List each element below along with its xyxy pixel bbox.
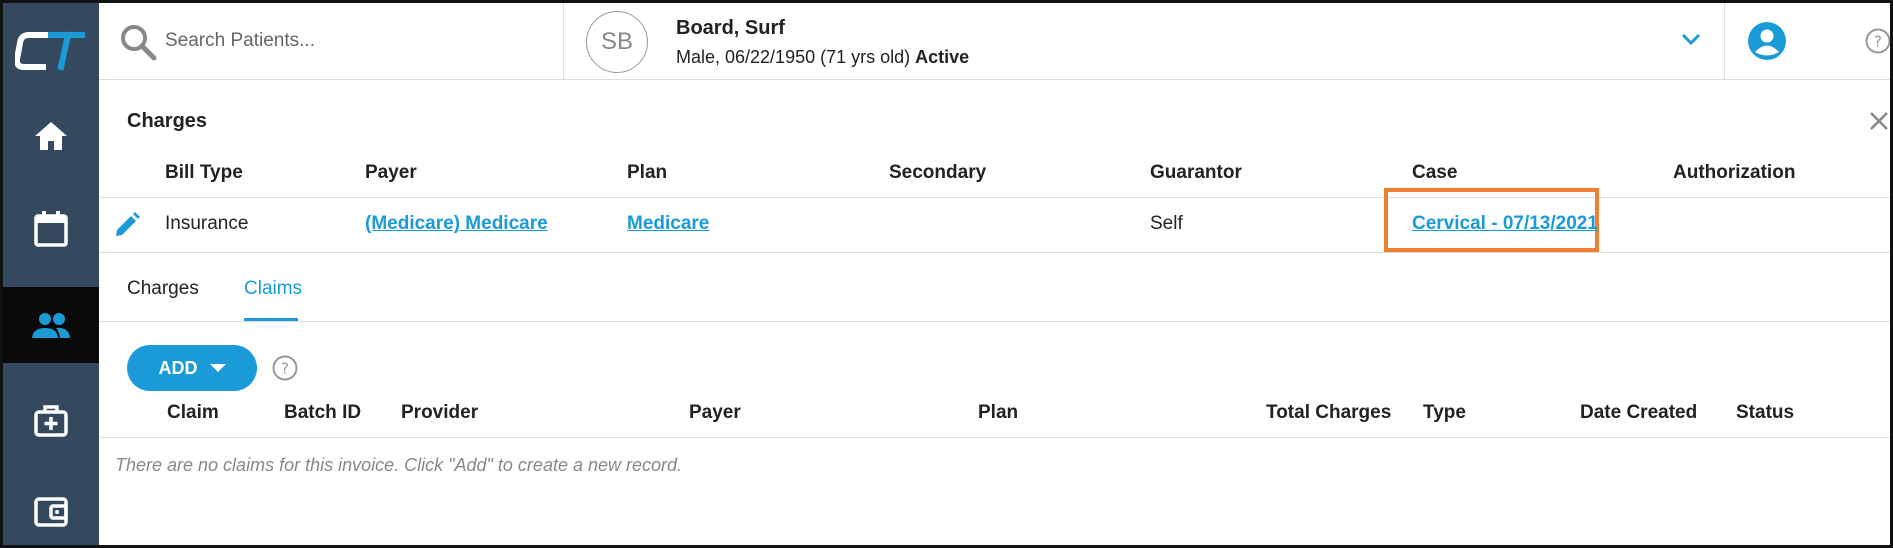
top-header: SB Board, Surf Male, 06/22/1950 (71 yrs … (99, 3, 1891, 80)
bill-type-value: Insurance (165, 213, 249, 234)
plan-link[interactable]: Medicare (627, 210, 709, 238)
search-input[interactable] (165, 25, 545, 57)
ct-logo[interactable] (13, 29, 86, 73)
patient-details: Male, 06/22/1950 (71 yrs old) Active (676, 47, 969, 68)
column-header-secondary: Secondary (889, 162, 987, 183)
medical-kit-icon (34, 405, 68, 437)
calendar-icon (34, 211, 68, 247)
tab-bar: Charges Claims (99, 254, 1890, 322)
page-title: Charges (127, 110, 208, 132)
add-button-label: ADD (158, 357, 198, 378)
column-header-date-created: Date Created (1580, 402, 1698, 423)
case-link[interactable]: Cervical - 07/13/2021 (1412, 210, 1598, 238)
table-row: Insurance (Medicare) Medicare Medicare S… (99, 188, 1890, 253)
column-header-guarantor: Guarantor (1150, 162, 1242, 183)
empty-state-message: There are no claims for this invoice. Cl… (115, 455, 683, 475)
tab-charges[interactable]: Charges (127, 278, 199, 300)
patient-header: SB Board, Surf Male, 06/22/1950 (71 yrs … (564, 3, 1725, 79)
patient-demographics: Male, 06/22/1950 (71 yrs old) (676, 47, 911, 67)
column-header-plan: Plan (627, 162, 668, 183)
sidebar (3, 3, 99, 545)
patient-name: Board, Surf (676, 17, 785, 39)
sidebar-item-patients[interactable] (3, 287, 99, 363)
edit-pencil-icon[interactable] (113, 211, 141, 239)
caret-down-icon (209, 364, 226, 372)
chevron-down-icon[interactable] (1680, 31, 1702, 47)
column-header-authorization: Authorization (1673, 162, 1796, 183)
patient-initials: SB (600, 28, 633, 55)
charges-table-header: Bill Type Payer Plan Secondary Guarantor… (99, 158, 1890, 198)
sidebar-item-home[interactable] (3, 98, 99, 174)
column-header-payer: Payer (689, 402, 741, 423)
column-header-provider: Provider (401, 402, 479, 423)
add-button[interactable]: ADD (127, 345, 257, 391)
user-avatar-icon[interactable] (1747, 21, 1787, 61)
column-header-status: Status (1736, 402, 1795, 423)
patient-avatar: SB (586, 11, 648, 73)
column-header-claim: Claim (167, 402, 219, 423)
wallet-icon (34, 497, 68, 527)
column-header-bill-type: Bill Type (165, 162, 243, 183)
column-header-payer: Payer (365, 162, 417, 183)
active-tab-indicator (244, 318, 298, 321)
column-header-type: Type (1423, 402, 1466, 423)
payer-link[interactable]: (Medicare) Medicare (365, 210, 548, 238)
close-icon[interactable] (1866, 108, 1892, 134)
claims-table-header: Claim Batch ID Provider Payer Plan Total… (99, 398, 1890, 438)
guarantor-value: Self (1150, 213, 1183, 234)
column-header-case: Case (1412, 162, 1458, 183)
column-header-batch-id: Batch ID (284, 402, 362, 423)
svg-text:?: ? (281, 360, 289, 378)
app-window: SB Board, Surf Male, 06/22/1950 (71 yrs … (0, 0, 1893, 548)
help-icon[interactable]: ? (1865, 28, 1891, 54)
home-icon (35, 122, 67, 150)
column-header-plan: Plan (978, 402, 1019, 423)
charges-panel: Charges Bill Type Payer Plan Secondary G… (99, 80, 1892, 545)
sidebar-item-medical[interactable] (3, 383, 99, 459)
tab-claims[interactable]: Claims (244, 278, 302, 300)
sidebar-item-billing[interactable] (3, 473, 99, 545)
sidebar-item-calendar[interactable] (3, 191, 99, 267)
search-icon (121, 25, 157, 61)
column-header-total-charges: Total Charges (1266, 402, 1392, 423)
patients-icon (32, 313, 70, 338)
svg-text:?: ? (1874, 33, 1882, 51)
patient-search (99, 3, 564, 79)
patient-status: Active (915, 47, 970, 67)
help-icon[interactable]: ? (272, 355, 298, 381)
